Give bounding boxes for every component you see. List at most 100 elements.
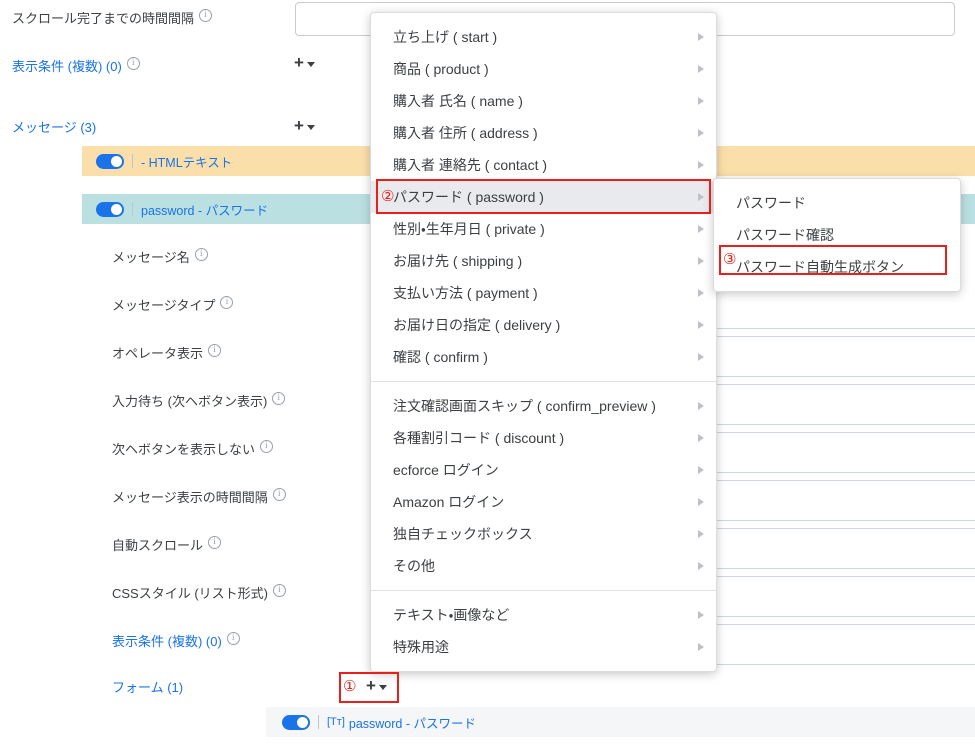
add-display-condition-button[interactable]: + [294,54,315,71]
label-message-group[interactable]: メッセージ (3) [12,120,96,136]
submenu-password[interactable]: パスワード パスワード確認 パスワード自動生成ボタン [713,178,961,292]
field-separator [712,328,975,329]
row-divider [132,202,133,216]
submenu-item-label: パスワード確認 [736,227,834,243]
label-wait-input: 入力待ち (次ヘボタン表示) [112,392,286,410]
menu-item-label: 立ち上げ ( start ) [393,29,498,45]
field-separator [712,432,975,433]
menu-item-confirm-preview[interactable]: 注文確認画面スキップ ( confirm_preview ) [371,390,716,422]
info-icon[interactable] [260,440,274,453]
plus-icon: + [294,116,304,135]
row-divider [132,154,133,168]
plus-icon: + [366,676,376,695]
menu-item-discount[interactable]: 各種割引コード ( discount ) [371,422,716,454]
menu-item-product[interactable]: 商品 ( product ) [371,53,716,85]
submenu-item-password[interactable]: パスワード [714,187,960,219]
field-separator [712,576,975,577]
field-separator [712,384,975,385]
menu-item-start[interactable]: 立ち上げ ( start ) [371,21,716,53]
label-form-group[interactable]: フォーム (1) [112,680,183,696]
menu-item-password[interactable]: パスワード ( password ) [371,181,716,213]
menu-group-1: 立ち上げ ( start ) 商品 ( product ) 購入者 氏名 ( n… [371,21,716,373]
info-icon[interactable] [208,344,222,357]
field-separator [712,472,975,473]
menu-item-other[interactable]: その他 [371,550,716,582]
chevron-right-icon [698,643,704,651]
chevron-right-icon [698,129,704,137]
toggle-switch[interactable] [96,153,124,169]
label-text: スクロール完了までの時間間隔 [12,11,195,26]
annotation-marker-1: ① [343,678,357,695]
menu-item-amazon-login[interactable]: Amazon ログイン [371,486,716,518]
menu-item-name[interactable]: 購入者 氏名 ( name ) [371,85,716,117]
label-auto-scroll: 自動スクロール [112,536,222,554]
menu-item-label: お届け日の指定 ( delivery ) [393,317,561,333]
menu-item-label: 確認 ( confirm ) [393,349,488,365]
menu-item-special-use[interactable]: 特殊用途 [371,631,716,663]
field-separator [712,624,975,625]
menu-separator [371,381,716,382]
menu-item-label: 各種割引コード ( discount ) [393,430,565,446]
menu-item-shipping[interactable]: お届け先 ( shipping ) [371,245,716,277]
label-message-name: メッセージ名 [112,248,208,266]
menu-item-label: Amazon ログイン [393,494,505,510]
menu-item-confirm[interactable]: 確認 ( confirm ) [371,341,716,373]
label-operator-display: オペレータ表示 [112,344,222,362]
chevron-right-icon [698,65,704,73]
chevron-right-icon [698,402,704,410]
menu-group-3: テキスト・画像など 特殊用途 [371,599,716,663]
info-icon[interactable] [208,536,222,549]
info-icon[interactable] [273,584,287,597]
info-icon[interactable] [199,9,213,22]
add-message-button[interactable]: + [294,117,315,134]
field-separator [712,568,975,569]
menu-item-label: 商品 ( product ) [393,61,489,77]
menu-item-custom-checkbox[interactable]: 独自チェックボックス [371,518,716,550]
info-icon[interactable] [226,632,240,645]
menu-item-text-image[interactable]: テキスト・画像など [371,599,716,631]
menu-item-ecforce-login[interactable]: ecforce ログイン [371,454,716,486]
menu-item-address[interactable]: 購入者 住所 ( address ) [371,117,716,149]
label-display-condition-nested[interactable]: 表示条件 (複数) (0) [112,632,240,650]
info-icon[interactable] [272,392,286,405]
annotation-marker-3: ③ [723,251,737,268]
menu-group-2: 注文確認画面スキップ ( confirm_preview ) 各種割引コード (… [371,390,716,582]
label-text: 次ヘボタンを表示しない [112,442,256,457]
submenu-item-password-confirm[interactable]: パスワード確認 [714,219,960,251]
app-screen: スクロール完了までの時間間隔 表示条件 (複数) (0) メッセージ (3) メ… [0,0,975,749]
text-type-icon: [Tᴛ] [327,716,345,728]
menu-item-label: 特殊用途 [393,639,449,655]
menu-item-label: パスワード ( password ) [393,189,544,205]
submenu-item-label: パスワード [736,195,806,211]
context-menu[interactable]: 立ち上げ ( start ) 商品 ( product ) 購入者 氏名 ( n… [370,12,717,672]
label-text: メッセージタイプ [112,298,216,313]
label-scroll-interval: スクロール完了までの時間間隔 [12,9,213,27]
label-text: メッセージ表示の時間間隔 [112,490,268,505]
label-text: CSSスタイル (リスト形式) [112,586,269,601]
submenu-item-label: パスワード自動生成ボタン [736,259,904,275]
menu-item-private[interactable]: 性別・生年月日 ( private ) [371,213,716,245]
submenu-item-password-autogen[interactable]: パスワード自動生成ボタン [714,251,960,283]
field-separator [712,424,975,425]
menu-item-label: 購入者 氏名 ( name ) [393,93,523,109]
info-icon[interactable] [272,488,286,501]
toggle-switch[interactable] [96,201,124,217]
label-display-condition-top[interactable]: 表示条件 (複数) (0) [12,57,140,75]
label-text: 表示条件 (複数) (0) [112,634,222,649]
info-icon[interactable] [126,57,140,70]
field-separator [712,528,975,529]
field-separator [712,336,975,337]
menu-item-payment[interactable]: 支払い方法 ( payment ) [371,277,716,309]
menu-item-label: 購入者 連絡先 ( contact ) [393,157,548,173]
form-item-label: password - パスワード [348,716,476,731]
info-icon[interactable] [220,296,234,309]
menu-item-delivery[interactable]: お届け日の指定 ( delivery ) [371,309,716,341]
form-item-row-password[interactable]: [Tᴛ] password - パスワード [266,707,975,737]
add-form-item-button[interactable]: + [366,677,387,694]
chevron-right-icon [698,353,704,361]
toggle-switch[interactable] [282,714,310,730]
menu-item-label: 独自チェックボックス [393,526,533,542]
info-icon[interactable] [194,248,208,261]
menu-item-contact[interactable]: 購入者 連絡先 ( contact ) [371,149,716,181]
label-text: メッセージ (3) [12,120,97,135]
